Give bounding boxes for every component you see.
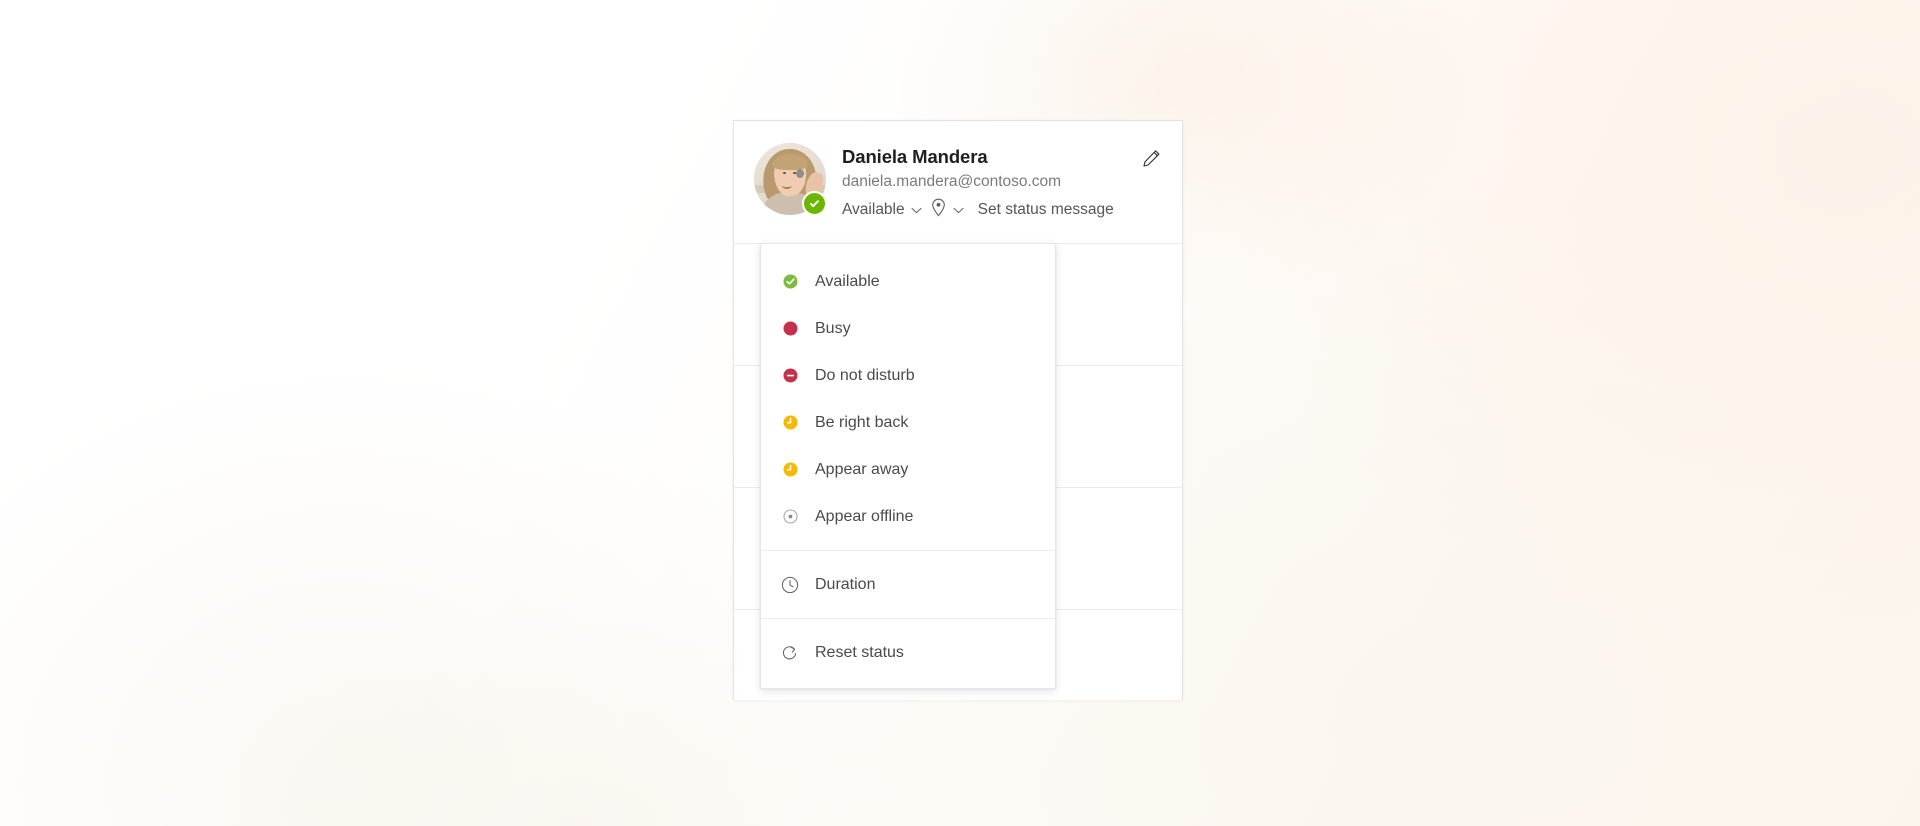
appear-offline-icon: [781, 508, 799, 526]
menu-item-label: Duration: [815, 575, 876, 593]
menu-item-be-right-back[interactable]: Be right back: [761, 399, 1055, 446]
menu-item-available[interactable]: Available: [761, 258, 1055, 305]
chevron-down-icon: [953, 201, 964, 219]
do-not-disturb-icon: [781, 367, 799, 385]
user-identity: Daniela Mandera daniela.mandera@contoso.…: [842, 143, 1162, 222]
user-name: Daniela Mandera: [842, 146, 988, 167]
busy-icon: [781, 320, 799, 338]
be-right-back-icon: [781, 414, 799, 432]
menu-item-busy[interactable]: Busy: [761, 305, 1055, 352]
current-status-label: Available: [842, 201, 905, 219]
avatar-smile: [782, 182, 793, 189]
location-pin-icon: [930, 198, 947, 222]
menu-item-appear-away[interactable]: Appear away: [761, 446, 1055, 493]
avatar-fringe: [772, 153, 808, 170]
clock-icon: [781, 576, 799, 594]
menu-item-label: Appear offline: [815, 507, 914, 525]
user-email: daniela.mandera@contoso.com: [842, 173, 1062, 191]
available-icon: [781, 273, 799, 291]
presence-status-menu: Available Busy Do not disturb Be right b…: [760, 243, 1056, 689]
chevron-down-icon: [911, 201, 922, 219]
avatar[interactable]: [754, 143, 827, 216]
reset-refresh-icon: [781, 644, 799, 662]
menu-item-appear-offline[interactable]: Appear offline: [761, 493, 1055, 540]
set-status-message-button[interactable]: Set status message: [978, 201, 1114, 219]
reset-group: Reset status: [761, 625, 1055, 680]
menu-item-label: Busy: [815, 319, 851, 337]
available-check-icon: [802, 191, 827, 216]
pencil-edit-icon[interactable]: [1136, 143, 1166, 173]
menu-item-reset-status[interactable]: Reset status: [761, 629, 1055, 676]
location-trigger[interactable]: [930, 198, 972, 222]
profile-card-header: Daniela Mandera daniela.mandera@contoso.…: [734, 121, 1182, 243]
menu-divider: [761, 618, 1055, 619]
menu-item-do-not-disturb[interactable]: Do not disturb: [761, 352, 1055, 399]
status-row: Available Set status message: [842, 198, 1162, 222]
avatar-headset: [795, 168, 804, 179]
menu-item-label: Available: [815, 272, 880, 290]
menu-item-label: Reset status: [815, 643, 904, 661]
menu-item-label: Be right back: [815, 413, 909, 431]
duration-group: Duration: [761, 557, 1055, 612]
appear-away-icon: [781, 461, 799, 479]
menu-item-label: Do not disturb: [815, 366, 915, 384]
menu-item-label: Appear away: [815, 460, 909, 478]
presence-status-trigger[interactable]: Available: [842, 201, 930, 219]
menu-divider: [761, 550, 1055, 551]
presence-status-list: Available Busy Do not disturb Be right b…: [761, 254, 1055, 544]
menu-item-duration[interactable]: Duration: [761, 561, 1055, 608]
